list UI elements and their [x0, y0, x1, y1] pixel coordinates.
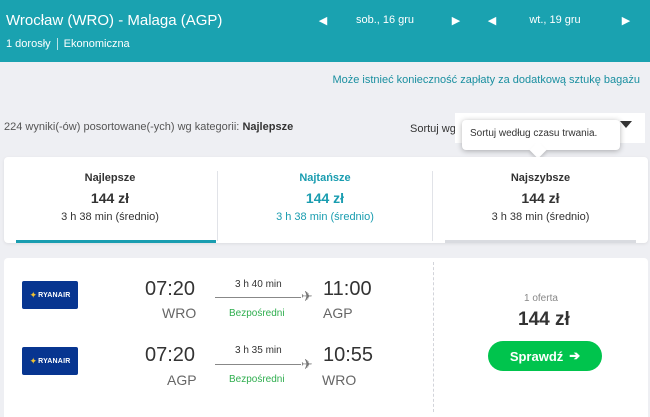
airline-name: RYANAIR: [38, 357, 71, 365]
tab-cheapest-title: Najtańsze: [299, 172, 351, 184]
arrive-time: 11:00: [323, 278, 372, 300]
tab-indicator: [445, 240, 636, 243]
results-sort-category: Najlepsze: [242, 121, 294, 133]
prev-return-date-arrow-icon[interactable]: ◀: [485, 13, 499, 29]
tab-fastest[interactable]: Najszybsze 144 zł 3 h 38 min (średnio): [433, 157, 648, 243]
depart-time: 07:20: [145, 344, 196, 366]
tab-cheapest-duration: 3 h 38 min (średnio): [276, 211, 374, 223]
search-summary-header: Wrocław (WRO) - Malaga (AGP) 1 dorosły E…: [0, 0, 650, 62]
search-params: 1 dorosły Ekonomiczna: [6, 38, 130, 50]
direct-label: Bezpośredni: [229, 374, 285, 385]
next-return-date-arrow-icon[interactable]: ▶: [619, 13, 633, 29]
plane-icon: ✈: [301, 288, 313, 304]
depart-date[interactable]: sob., 16 gru: [335, 14, 435, 26]
passengers-label[interactable]: 1 dorosły: [6, 38, 51, 50]
card-divider: [433, 262, 434, 412]
cabin-class-label[interactable]: Ekonomiczna: [64, 38, 130, 50]
sort-tabs: Najlepsze 144 zł 3 h 38 min (średnio) Na…: [4, 157, 648, 243]
divider: [56, 38, 58, 50]
tab-best-price: 144 zł: [90, 190, 130, 206]
ryanair-logo: ✦ RYANAIR: [22, 281, 78, 309]
plane-icon: ✈: [301, 356, 313, 372]
offers-count: 1 oferta: [524, 293, 558, 304]
tab-fastest-duration: 3 h 38 min (średnio): [491, 211, 590, 223]
tab-fastest-price: 144 zł: [521, 190, 560, 206]
tab-best-duration: 3 h 38 min (średnio): [61, 211, 159, 223]
tab-cheapest-price: 144 zł: [305, 190, 345, 206]
results-count-text: 224 wyniki(-ów) posortowane(-ych) wg kat…: [4, 121, 240, 133]
flight-duration: 3 h 40 min: [235, 279, 282, 290]
next-depart-date-arrow-icon[interactable]: ▶: [449, 13, 463, 29]
harp-icon: ✦: [29, 289, 38, 300]
arrive-time: 10:55: [323, 344, 374, 366]
tab-cheapest[interactable]: Najtańsze 144 zł 3 h 38 min (średnio): [218, 157, 432, 243]
active-tab-indicator: [16, 240, 216, 243]
arrive-airport-code: AGP: [323, 305, 353, 321]
arrive-airport-code: WRO: [322, 372, 357, 388]
depart-airport-code: WRO: [162, 305, 197, 321]
check-button-label: Sprawdź: [509, 348, 564, 364]
flight-line: [215, 297, 301, 298]
tab-best[interactable]: Najlepsze 144 zł 3 h 38 min (średnio): [4, 157, 216, 243]
flight-line: [215, 364, 301, 365]
chevron-down-icon[interactable]: [620, 121, 632, 128]
sort-label: Sortuj wg: [410, 123, 456, 135]
tab-fastest-title: Najszybsze: [510, 172, 571, 184]
price: 144 zł: [518, 309, 570, 330]
flight-duration: 3 h 35 min: [235, 345, 282, 356]
ryanair-logo: ✦ RYANAIR: [22, 347, 78, 375]
check-button[interactable]: Sprawdź ➔: [488, 341, 602, 371]
prev-depart-date-arrow-icon[interactable]: ◀: [316, 13, 330, 29]
sort-tooltip: Sortuj według czasu trwania.: [462, 120, 620, 150]
airline-name: RYANAIR: [38, 291, 71, 299]
depart-time: 07:20: [145, 278, 196, 300]
direct-label: Bezpośredni: [229, 308, 285, 319]
route-title[interactable]: Wrocław (WRO) - Malaga (AGP): [6, 12, 222, 29]
baggage-notice-link[interactable]: Może istnieć konieczność zapłaty za doda…: [332, 74, 640, 86]
results-count: 224 wyniki(-ów) posortowane(-ych) wg kat…: [4, 121, 293, 133]
harp-icon: ✦: [29, 355, 38, 366]
return-date[interactable]: wt., 19 gru: [505, 14, 605, 26]
depart-airport-code: AGP: [167, 372, 197, 388]
tab-best-title: Najlepsze: [84, 172, 136, 184]
arrow-right-icon: ➔: [569, 348, 581, 363]
